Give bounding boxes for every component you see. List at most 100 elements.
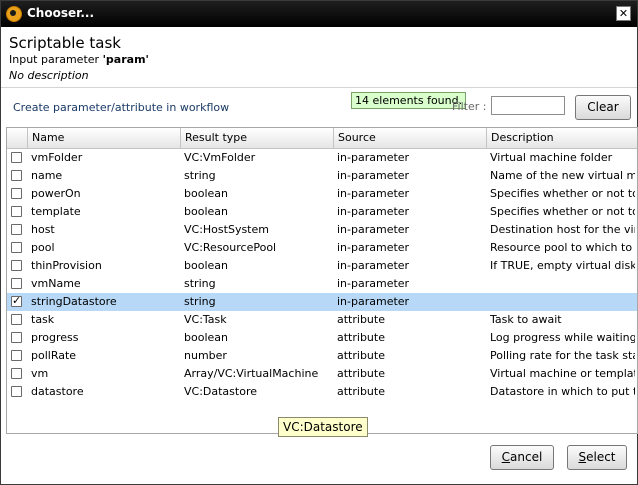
cell-result-type: boolean <box>184 259 228 272</box>
header-checkbox-column <box>7 128 27 148</box>
cell-result-type: VC:Task <box>184 313 227 326</box>
cell-name: stringDatastore <box>31 295 117 308</box>
table-row[interactable]: pollRate number attribute Polling rate for … <box>7 347 637 365</box>
title-bar[interactable]: Chooser... ✕ <box>1 1 637 27</box>
cell-name: progress <box>31 331 79 344</box>
header-divider <box>1 87 637 88</box>
cell-result-type: VC:Datastore <box>184 385 257 398</box>
elements-found-badge: 14 elements found. <box>351 92 467 109</box>
cell-name: datastore <box>31 385 84 398</box>
cell-name: vmFolder <box>31 151 83 164</box>
cell-result-type: boolean <box>184 187 228 200</box>
cell-source: attribute <box>337 385 385 398</box>
checkbox[interactable] <box>11 314 22 325</box>
table-row[interactable]: vmFolder VC:VmFolder in-parameter Virtual m… <box>7 149 637 167</box>
clear-button[interactable]: Clear <box>575 95 631 120</box>
cell-name: pool <box>31 241 55 254</box>
cell-name: pollRate <box>31 349 77 362</box>
cell-description: Specifies whether or not to ... <box>490 187 635 200</box>
cell-result-type: string <box>184 277 216 290</box>
cell-description: Name of the new virtual mac... <box>490 169 635 182</box>
checkbox[interactable] <box>11 368 22 379</box>
app-logo-icon <box>6 6 22 22</box>
cell-source: attribute <box>337 367 385 380</box>
cell-description: Destination host for the virtu... <box>490 223 635 236</box>
cell-name: name <box>31 169 63 182</box>
cell-source: in-parameter <box>337 151 410 164</box>
checkbox[interactable] <box>11 206 22 217</box>
select-label: elect <box>586 450 616 464</box>
table-row[interactable]: task VC:Task attribute Task to await <box>7 311 637 329</box>
table-row[interactable]: vm Array/VC:VirtualMachine attribute Virtua… <box>7 365 637 383</box>
cell-description: Task to await <box>490 313 562 326</box>
checkbox[interactable] <box>11 170 22 181</box>
checkbox[interactable] <box>11 260 22 271</box>
cell-description: Resource pool to which to at... <box>490 241 635 254</box>
cell-result-type: Array/VC:VirtualMachine <box>184 367 319 380</box>
column-header-result-type[interactable]: Result type <box>180 128 333 148</box>
parameters-table: Name Result type Source Description vmFo… <box>6 127 638 434</box>
cell-source: attribute <box>337 331 385 344</box>
cell-result-type: string <box>184 295 216 308</box>
cell-name: task <box>31 313 55 326</box>
cell-source: in-parameter <box>337 259 410 272</box>
column-header-source[interactable]: Source <box>333 128 486 148</box>
checkbox[interactable] <box>11 242 22 253</box>
cell-source: in-parameter <box>337 169 410 182</box>
table-row[interactable]: vmName string in-parameter <box>7 275 637 293</box>
cell-name: template <box>31 205 81 218</box>
cell-source: in-parameter <box>337 205 410 218</box>
close-icon[interactable]: ✕ <box>616 6 631 21</box>
cell-source: in-parameter <box>337 241 410 254</box>
column-header-description[interactable]: Description <box>486 128 637 148</box>
filter-input[interactable] <box>491 96 565 115</box>
cell-description: Virtual machine or template t... <box>490 367 635 380</box>
cell-result-type: VC:HostSystem <box>184 223 269 236</box>
cell-name: vm <box>31 367 49 380</box>
cell-source: in-parameter <box>337 187 410 200</box>
checkbox[interactable] <box>11 350 22 361</box>
cell-description <box>490 275 635 293</box>
input-parameter-label: Input parameter <box>9 53 100 66</box>
table-row[interactable]: host VC:HostSystem in-parameter Destination… <box>7 221 637 239</box>
cell-source: attribute <box>337 349 385 362</box>
checkbox[interactable] <box>11 332 22 343</box>
type-tooltip: VC:Datastore <box>278 417 368 437</box>
window-title: Chooser... <box>27 6 95 20</box>
cell-source: attribute <box>337 313 385 326</box>
cancel-button[interactable]: Cancel <box>490 445 554 470</box>
cell-description: Polling rate for the task state... <box>490 349 635 362</box>
input-parameter-line: Input parameter 'param' <box>9 53 149 66</box>
input-parameter-value: 'param' <box>102 53 149 66</box>
table-row[interactable]: powerOn boolean in-parameter Specifies whet… <box>7 185 637 203</box>
cancel-label: ancel <box>510 450 543 464</box>
table-row[interactable]: thinProvision boolean in-parameter If TRUE,… <box>7 257 637 275</box>
select-button[interactable]: Select <box>567 445 627 470</box>
checkbox[interactable] <box>11 224 22 235</box>
cell-result-type: VC:VmFolder <box>184 151 256 164</box>
cell-name: host <box>31 223 55 236</box>
select-mnemonic: S <box>578 450 587 464</box>
checkbox[interactable] <box>11 188 22 199</box>
table-row[interactable]: pool VC:ResourcePool in-parameter Resource … <box>7 239 637 257</box>
table-row[interactable]: progress boolean attribute Log progress whi… <box>7 329 637 347</box>
table-row[interactable]: name string in-parameter Name of the new vi… <box>7 167 637 185</box>
cell-source: in-parameter <box>337 295 410 308</box>
checkbox[interactable] <box>11 386 22 397</box>
table-row[interactable]: template boolean in-parameter Specifies whe… <box>7 203 637 221</box>
column-header-name[interactable]: Name <box>27 128 180 148</box>
cancel-mnemonic: C <box>501 450 511 464</box>
table-row[interactable]: datastore VC:Datastore attribute Datastore … <box>7 383 637 401</box>
cell-description: If TRUE, empty virtual disk sp... <box>490 259 635 272</box>
table-row[interactable]: ✓ stringDatastore string in-parameter <box>7 293 637 311</box>
cell-description <box>490 293 635 311</box>
create-parameter-link[interactable]: Create parameter/attribute in workflow <box>13 101 229 114</box>
filter-label: Filter : <box>452 100 487 113</box>
checkbox[interactable] <box>11 152 22 163</box>
cell-source: in-parameter <box>337 223 410 236</box>
task-description: No description <box>9 69 89 82</box>
cell-result-type: VC:ResourcePool <box>184 241 277 254</box>
page-title: Scriptable task <box>9 34 121 52</box>
checkbox-checked[interactable]: ✓ <box>11 295 22 307</box>
checkbox[interactable] <box>11 278 22 289</box>
